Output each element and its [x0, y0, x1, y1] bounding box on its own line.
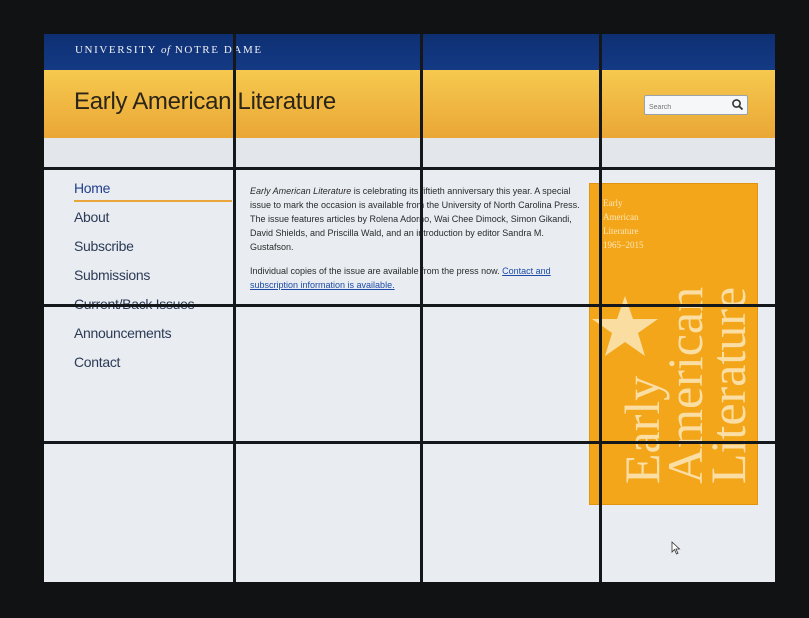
display-bezel-horizontal	[44, 304, 775, 307]
nav-item-submissions[interactable]: Submissions	[74, 266, 232, 295]
mouse-cursor-icon	[671, 541, 681, 555]
search-icon[interactable]	[731, 98, 744, 111]
active-underline	[74, 200, 232, 202]
display-bezel-vertical	[599, 34, 602, 582]
search-input[interactable]	[645, 99, 727, 116]
display-bezel-vertical	[420, 34, 423, 582]
announcement-paragraph: Early American Literature is celebrating…	[250, 184, 580, 254]
browser-screen: UNIVERSITY of NOTRE DAME Early American …	[44, 34, 775, 582]
cover-artwork: Literature American Early	[592, 287, 756, 484]
main-content: Early American Literature is celebrating…	[250, 184, 580, 302]
cover-big-word-1: Early	[614, 376, 670, 484]
display-bezel-horizontal	[44, 167, 775, 170]
university-bar: UNIVERSITY of NOTRE DAME	[44, 34, 775, 70]
journal-title-italic: Early American Literature	[250, 186, 352, 196]
availability-paragraph: Individual copies of the issue are avail…	[250, 264, 580, 292]
sub-navigation-bar	[44, 138, 775, 169]
display-bezel-horizontal	[44, 441, 775, 444]
nav-item-home[interactable]: Home	[74, 179, 232, 208]
nav-item-current-back-issues[interactable]: Current/Back Issues	[74, 295, 232, 324]
nav-item-contact[interactable]: Contact	[74, 353, 232, 382]
nav-item-about[interactable]: About	[74, 208, 232, 237]
nav-item-subscribe[interactable]: Subscribe	[74, 237, 232, 266]
availability-text: Individual copies of the issue are avail…	[250, 266, 503, 276]
search-box[interactable]	[644, 95, 748, 116]
journal-cover-image[interactable]: Early American Literature 1965–2015 Lite…	[589, 183, 758, 505]
nav-item-announcements[interactable]: Announcements	[74, 324, 232, 353]
sidebar-nav: Home About Subscribe Submissions Current…	[74, 179, 232, 382]
site-title[interactable]: Early American Literature	[74, 88, 336, 116]
display-bezel-vertical	[233, 34, 236, 582]
